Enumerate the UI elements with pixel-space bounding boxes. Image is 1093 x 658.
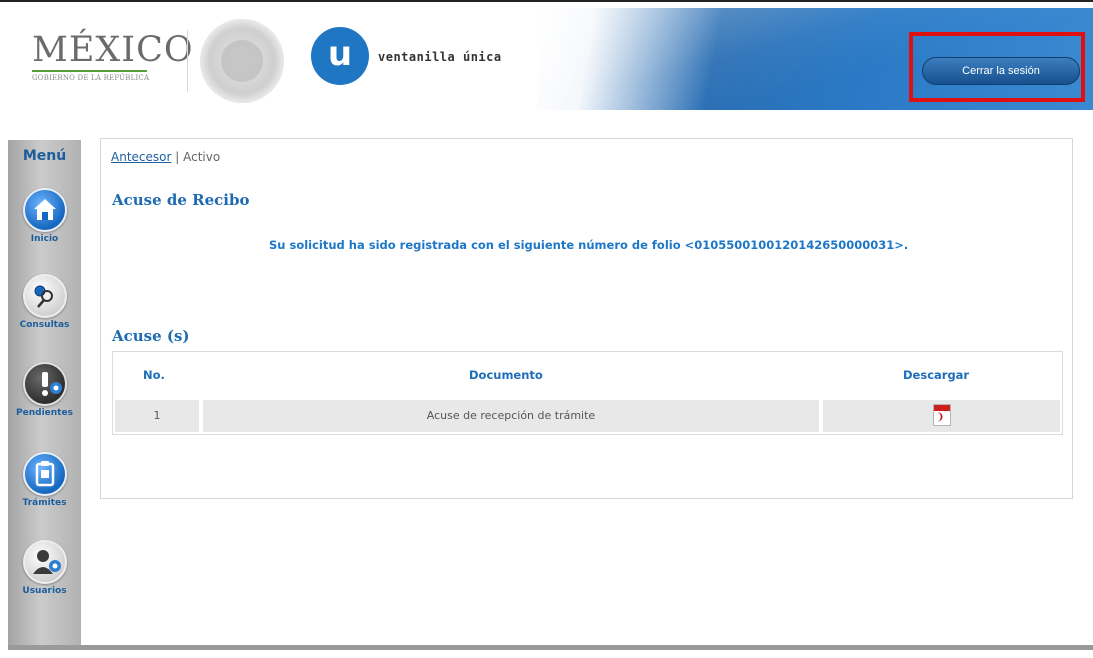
page-title: Acuse de Recibo: [112, 191, 250, 209]
logo-subtitle: GOBIERNO DE LA REPÚBLICA: [32, 74, 150, 82]
sidebar-item-label: Trámites: [22, 498, 67, 508]
main-panel: Antecesor | Activo Acuse de Recibo Su so…: [100, 138, 1073, 499]
sidebar-item-inicio[interactable]: Inicio: [8, 188, 81, 244]
column-header-no: No.: [143, 368, 165, 382]
breadcrumb-current: Activo: [183, 150, 221, 164]
ventanilla-unica-logo[interactable]: u: [311, 27, 369, 85]
users-icon: [22, 540, 67, 584]
breadcrumb-separator: |: [175, 150, 180, 164]
seal-center: [221, 40, 263, 82]
logo-title: MÉXICO: [32, 30, 194, 70]
breadcrumb: Antecesor | Activo: [111, 150, 220, 164]
top-border: [0, 0, 1093, 2]
search-icon: [22, 274, 67, 318]
pdf-icon[interactable]: ❩: [933, 404, 951, 426]
logo-rule: [32, 70, 147, 72]
sidebar-item-label: Pendientes: [16, 408, 73, 418]
section-title: Acuse (s): [112, 327, 190, 345]
sidebar-item-usuarios[interactable]: Usuarios: [8, 540, 81, 596]
pdf-glyph: ❩: [936, 412, 945, 423]
confirmation-message: Su solicitud ha sido registrada con el s…: [269, 238, 909, 252]
pdf-band: [934, 405, 950, 411]
header: MÉXICO GOBIERNO DE LA REPÚBLICA u ventan…: [10, 5, 1093, 110]
mexico-logo[interactable]: MÉXICO GOBIERNO DE LA REPÚBLICA: [32, 30, 194, 82]
coat-of-arms-seal: [200, 19, 284, 103]
sidebar-item-tramites[interactable]: Trámites: [8, 452, 81, 508]
ventanilla-unica-name: ventanilla única: [378, 50, 502, 64]
menu-title: Menú: [22, 148, 67, 164]
sidebar-item-pendientes[interactable]: Pendientes: [8, 362, 81, 418]
column-header-documento: Documento: [469, 368, 543, 382]
clipboard-icon: [22, 452, 67, 496]
sidebar-item-label: Inicio: [30, 234, 59, 244]
sidebar-menu: Menú Inicio Consultas Pendientes Trámite…: [8, 140, 81, 645]
acuses-table: No. Documento Descargar 1 Acuse de recep…: [112, 351, 1063, 435]
breadcrumb-link-antecesor[interactable]: Antecesor: [111, 150, 171, 164]
cell-no: 1: [115, 400, 199, 432]
alert-icon: [22, 362, 67, 406]
highlight-box: [909, 32, 1085, 102]
sidebar-item-consultas[interactable]: Consultas: [8, 274, 81, 330]
cell-descargar: ❩: [823, 400, 1060, 432]
home-icon: [22, 188, 67, 232]
logo-separator: [187, 30, 188, 92]
table-row: 1 Acuse de recepción de trámite ❩: [115, 400, 1060, 432]
column-header-descargar: Descargar: [903, 368, 970, 382]
cell-documento: Acuse de recepción de trámite: [203, 400, 819, 432]
sidebar-item-label: Usuarios: [22, 586, 67, 596]
sidebar-item-label: Consultas: [19, 320, 70, 330]
bottom-border: [8, 645, 1093, 650]
